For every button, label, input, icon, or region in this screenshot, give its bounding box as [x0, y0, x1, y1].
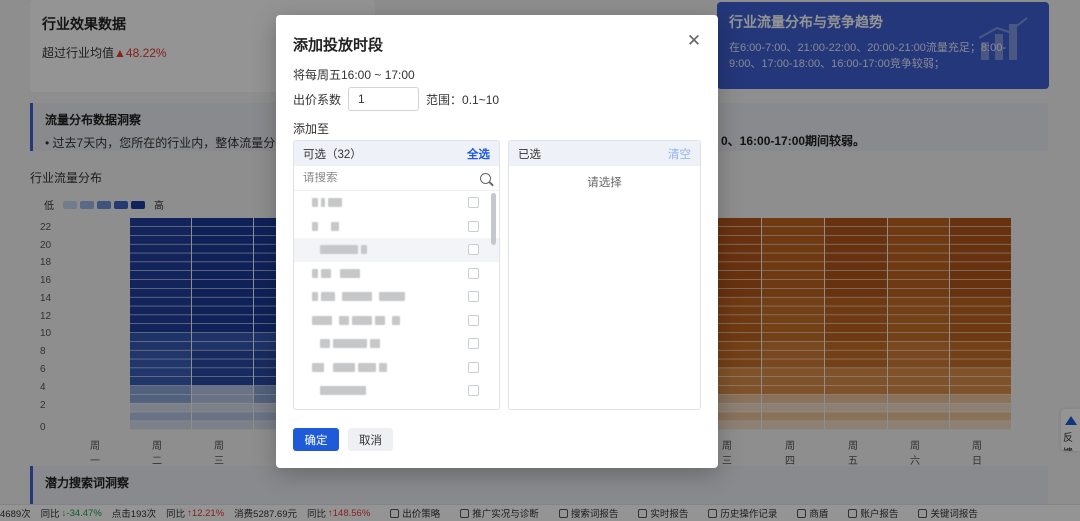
list-item[interactable] — [294, 332, 499, 356]
available-panel: 可选（32） 全选 — [293, 140, 500, 410]
checkbox[interactable] — [468, 385, 479, 397]
list-item[interactable] — [294, 191, 499, 215]
cancel-button[interactable]: 取消 — [348, 428, 393, 451]
checkbox[interactable] — [468, 220, 479, 232]
selected-title: 已选 — [518, 148, 541, 161]
empty-placeholder: 请选择 — [587, 177, 622, 189]
search-input[interactable] — [303, 172, 453, 184]
bid-row: 出价系数 范围：0.1~10 — [293, 87, 499, 111]
selected-header: 已选 清空 — [509, 141, 700, 166]
checkbox[interactable] — [468, 197, 479, 209]
list-item[interactable] — [294, 262, 499, 286]
list-item[interactable] — [294, 309, 499, 333]
select-all-button[interactable]: 全选 — [467, 146, 490, 162]
confirm-button[interactable]: 确定 — [293, 428, 339, 451]
search-row — [294, 166, 499, 191]
checkbox[interactable] — [468, 361, 479, 373]
checkbox[interactable] — [468, 244, 479, 256]
bid-coefficient-input[interactable] — [348, 87, 420, 111]
dialog-title: 添加投放时段 — [293, 37, 384, 54]
checkbox[interactable] — [468, 291, 479, 303]
list-item[interactable] — [294, 238, 499, 262]
bid-range-text: 范围：0.1~10 — [426, 92, 500, 107]
close-icon[interactable]: ✕ — [686, 32, 702, 49]
available-count: 可选（32） — [303, 148, 362, 161]
available-list — [294, 191, 499, 409]
list-item[interactable] — [294, 285, 499, 309]
list-item[interactable] — [294, 215, 499, 239]
time-range-text: 将每周五16:00 ~ 17:00 — [293, 68, 415, 82]
available-header: 可选（32） 全选 — [294, 141, 499, 166]
selected-panel: 已选 清空 请选择 — [508, 140, 701, 410]
list-scrollbar[interactable] — [491, 193, 496, 245]
checkbox[interactable] — [468, 338, 479, 350]
checkbox[interactable] — [468, 267, 479, 279]
list-item[interactable] — [294, 356, 499, 380]
add-schedule-dialog: 添加投放时段 ✕ 将每周五16:00 ~ 17:00 出价系数 范围：0.1~1… — [276, 15, 718, 468]
bid-label: 出价系数 — [293, 92, 342, 107]
clear-button[interactable]: 清空 — [668, 146, 691, 162]
list-item[interactable] — [294, 379, 499, 403]
checkbox[interactable] — [468, 314, 479, 326]
add-to-label: 添加至 — [293, 122, 330, 136]
search-icon[interactable] — [480, 172, 491, 184]
